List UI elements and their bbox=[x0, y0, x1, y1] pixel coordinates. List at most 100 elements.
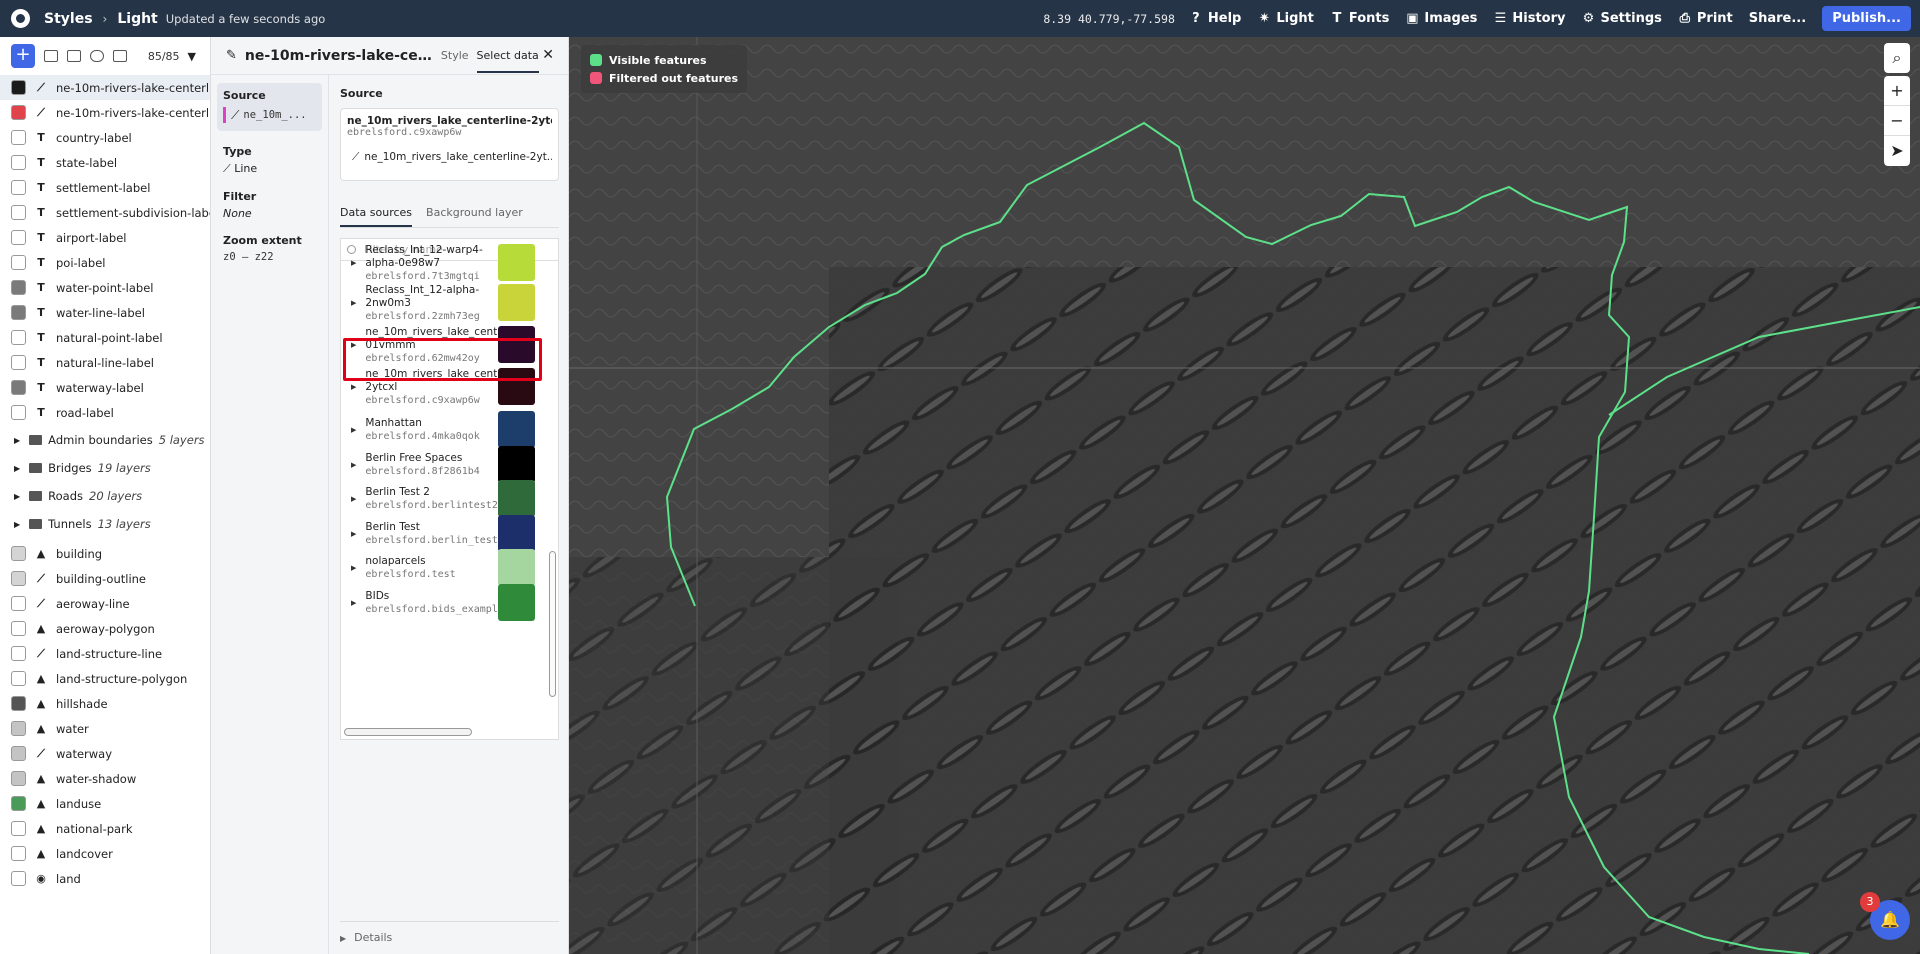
data-source-item[interactable]: ▶ Berlin Test 2 ebrelsford.berlintest2 bbox=[341, 479, 548, 519]
layer-item[interactable]: Tairport-label bbox=[0, 225, 210, 250]
layer-color-swatch bbox=[11, 155, 26, 170]
layer-item[interactable]: Twaterway-label bbox=[0, 375, 210, 400]
mapbox-logo-icon[interactable] bbox=[11, 9, 30, 28]
data-source-id: ebrelsford.8f2861b4 bbox=[365, 466, 480, 477]
style-theme-button[interactable]: ✷ Light bbox=[1257, 11, 1314, 26]
vertical-scrollbar[interactable] bbox=[549, 551, 556, 697]
layer-label: waterway-label bbox=[56, 380, 144, 395]
images-button[interactable]: ▣ Images bbox=[1405, 11, 1477, 26]
data-source-item[interactable]: ▶ nolaparcels ebrelsford.test bbox=[341, 548, 548, 588]
map-search-button[interactable]: ⌕ bbox=[1884, 43, 1910, 73]
data-source-item[interactable]: ▶ Reclass_Int_12-warp4- alpha-0e98w7 ebrels… bbox=[341, 243, 548, 283]
layer-item[interactable]: ▲ landuse bbox=[0, 791, 210, 816]
source-nav-heading: Source bbox=[223, 89, 266, 102]
data-source-item[interactable]: ▶ Reclass_Int_12-alpha- 2nw0m3 ebrelsford.2… bbox=[341, 283, 548, 323]
layer-item[interactable]: ▲ building bbox=[0, 541, 210, 566]
folder-icon[interactable] bbox=[67, 50, 81, 62]
type-value: Line bbox=[234, 162, 258, 175]
tab-style[interactable]: Style bbox=[441, 49, 469, 62]
type-nav-item[interactable]: Type ⟋ Line bbox=[217, 131, 322, 176]
layer-item[interactable]: ▲ land-structure-polygon bbox=[0, 666, 210, 691]
layer-item[interactable]: ⟋ building-outline bbox=[0, 566, 210, 591]
filter-nav-item[interactable]: Filter None bbox=[217, 176, 322, 220]
data-source-text: Berlin Free Spaces ebrelsford.8f2861b4 bbox=[365, 452, 497, 478]
chevron-right-icon: ▶ bbox=[14, 491, 21, 501]
history-button[interactable]: ☰ History bbox=[1493, 11, 1566, 26]
layer-group[interactable]: ▶ Admin boundaries 5 layers bbox=[0, 426, 210, 454]
layer-item[interactable]: ⟋ ne-10m-rivers-lake-centerline-... bbox=[0, 75, 210, 100]
layer-item[interactable]: ▲ water bbox=[0, 716, 210, 741]
layer-item[interactable]: Tnatural-point-label bbox=[0, 325, 210, 350]
layer-item[interactable]: Tpoi-label bbox=[0, 250, 210, 275]
layer-title[interactable]: ne-10m-rivers-lake-centerline-... bbox=[245, 48, 433, 64]
map-canvas[interactable]: Visible features Filtered out features ⌕… bbox=[569, 37, 1920, 954]
print-button[interactable]: ⎙ Print bbox=[1678, 11, 1733, 26]
layer-item[interactable]: Tcountry-label bbox=[0, 125, 210, 150]
layer-item[interactable]: Twater-point-label bbox=[0, 275, 210, 300]
data-source-id: ebrelsford.berlintest2 bbox=[365, 500, 498, 511]
data-source-item[interactable]: ▶ BIDs ebrelsford.bids_example bbox=[341, 583, 548, 623]
layer-item[interactable]: Twater-line-label bbox=[0, 300, 210, 325]
layer-item[interactable]: ⟋ land-structure-line bbox=[0, 641, 210, 666]
zoom-nav-item[interactable]: Zoom extent z0 – z22 bbox=[217, 220, 322, 263]
layer-label: state-label bbox=[56, 155, 118, 170]
horizontal-scrollbar[interactable] bbox=[344, 728, 472, 736]
publish-button[interactable]: Publish... bbox=[1822, 6, 1911, 31]
source-nav-item[interactable]: Source ⟋ ne_10m_... bbox=[217, 83, 322, 131]
text-layer-icon: T bbox=[37, 356, 45, 369]
filter-icon[interactable]: ▼ bbox=[188, 50, 196, 63]
fonts-button[interactable]: T Fonts bbox=[1330, 11, 1389, 26]
layer-label: land-structure-line bbox=[56, 646, 163, 661]
link-icon[interactable] bbox=[90, 50, 104, 62]
fill-layer-icon: ▲ bbox=[36, 672, 46, 685]
layer-group[interactable]: ▶ Tunnels 13 layers bbox=[0, 510, 210, 538]
layer-item[interactable]: Tsettlement-label bbox=[0, 175, 210, 200]
tab-data-sources[interactable]: Data sources bbox=[340, 206, 413, 227]
layer-label: hillshade bbox=[56, 696, 108, 711]
zoom-in-button[interactable]: + bbox=[1884, 76, 1910, 106]
layer-item[interactable]: Troad-label bbox=[0, 400, 210, 425]
layer-color-swatch bbox=[11, 746, 26, 761]
fill-layer-icon: ▲ bbox=[36, 822, 46, 835]
share-button[interactable]: Share... bbox=[1749, 11, 1806, 26]
current-source-card[interactable]: ne_10m_rivers_lake_centerline-2ytcxl ebr… bbox=[340, 108, 559, 181]
gear-icon: ⚙ bbox=[1582, 11, 1595, 26]
layer-item[interactable]: Tsettlement-subdivision-label bbox=[0, 200, 210, 225]
layer-item[interactable]: Tstate-label bbox=[0, 150, 210, 175]
layer-item[interactable]: ▲ water-shadow bbox=[0, 766, 210, 791]
breadcrumb-style-name[interactable]: Light bbox=[117, 11, 157, 27]
line-icon: ⟋ bbox=[231, 107, 240, 122]
layer-item[interactable]: ▲ hillshade bbox=[0, 691, 210, 716]
layer-item[interactable]: ⟋ waterway bbox=[0, 741, 210, 766]
text-layer-icon: T bbox=[37, 206, 45, 219]
layer-item[interactable]: ⟋ aeroway-line bbox=[0, 591, 210, 616]
tab-select-data[interactable]: Select data bbox=[476, 49, 539, 73]
layer-item[interactable]: ◉ land bbox=[0, 866, 210, 891]
zoom-out-button[interactable]: − bbox=[1884, 106, 1910, 136]
layer-item[interactable]: ▲ landcover bbox=[0, 841, 210, 866]
layer-item[interactable]: Tnatural-line-label bbox=[0, 350, 210, 375]
data-source-id: ebrelsford.4mka0qok bbox=[365, 431, 480, 442]
data-source-item[interactable]: ▶ Manhattan ebrelsford.4mka0qok bbox=[341, 410, 548, 450]
breadcrumb-styles[interactable]: Styles bbox=[44, 11, 93, 27]
layer-color-swatch bbox=[11, 846, 26, 861]
trash-icon[interactable] bbox=[113, 50, 127, 62]
layer-group[interactable]: ▶ Bridges 19 layers bbox=[0, 454, 210, 482]
settings-button[interactable]: ⚙ Settings bbox=[1582, 11, 1662, 26]
current-source-layer[interactable]: ne_10m_rivers_lake_centerline-2yt... bbox=[364, 151, 552, 163]
close-icon[interactable]: ✕ bbox=[542, 47, 554, 63]
duplicate-icon[interactable] bbox=[44, 50, 58, 62]
layer-label: water-shadow bbox=[56, 771, 137, 786]
details-toggle[interactable]: ▶ Details bbox=[340, 921, 559, 944]
layer-label: road-label bbox=[56, 405, 114, 420]
add-layer-button[interactable]: + bbox=[11, 44, 35, 68]
help-button[interactable]: ? Help bbox=[1189, 11, 1241, 26]
data-source-id: ebrelsford.berlin_test bbox=[365, 535, 498, 546]
compass-icon[interactable]: ➤ bbox=[1884, 136, 1910, 166]
layer-group[interactable]: ▶ Roads 20 layers bbox=[0, 482, 210, 510]
tab-background-layer[interactable]: Background layer bbox=[426, 206, 523, 227]
layer-item[interactable]: ▲ national-park bbox=[0, 816, 210, 841]
layer-item[interactable]: ⟋ ne-10m-rivers-lake-centerline-1... bbox=[0, 100, 210, 125]
data-source-id: ebrelsford.bids_example bbox=[365, 604, 498, 615]
layer-item[interactable]: ▲ aeroway-polygon bbox=[0, 616, 210, 641]
